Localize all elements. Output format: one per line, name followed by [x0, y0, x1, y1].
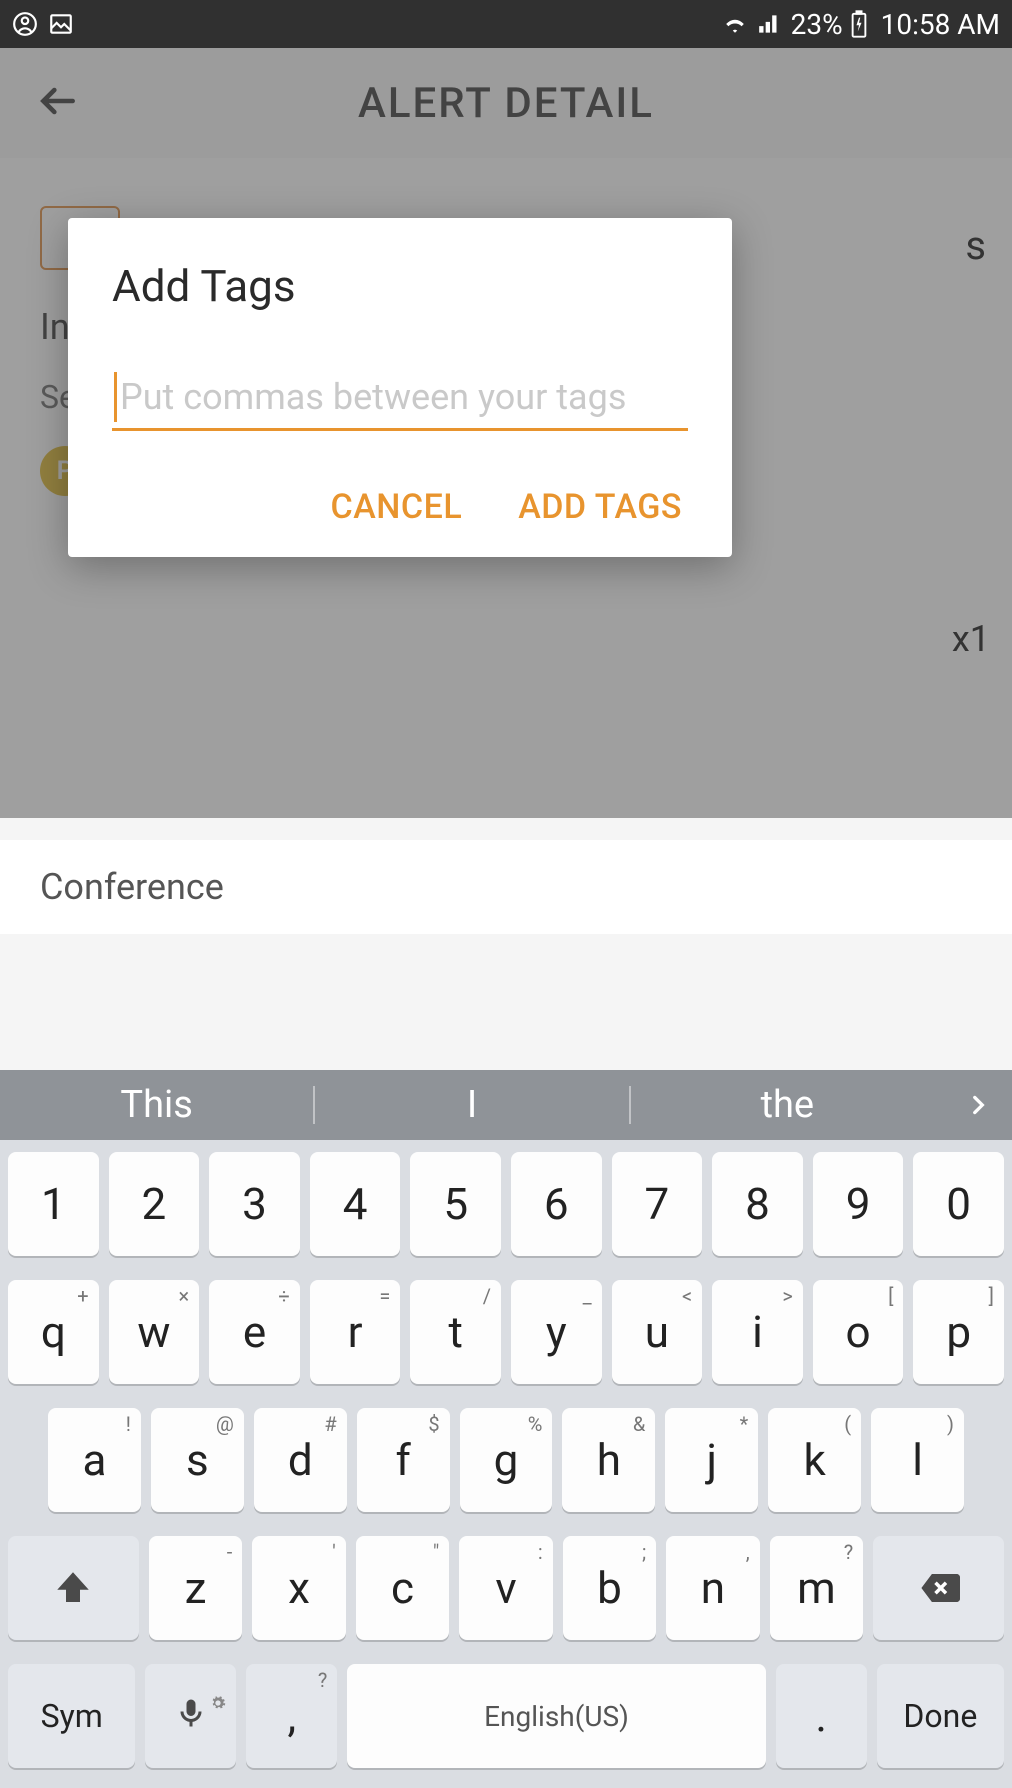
add-tags-dialog: Add Tags CANCEL ADD TAGS: [68, 218, 732, 557]
text-cursor: [114, 372, 117, 422]
voice-input-key[interactable]: [145, 1664, 236, 1768]
suggestion-expand-icon[interactable]: [944, 1092, 1012, 1118]
add-tags-button[interactable]: ADD TAGS: [518, 487, 682, 527]
symbols-key[interactable]: Sym: [8, 1664, 135, 1768]
wifi-icon: [721, 13, 749, 35]
space-key[interactable]: English(US): [347, 1664, 765, 1768]
shift-key[interactable]: [8, 1536, 139, 1640]
tags-input[interactable]: [112, 370, 688, 424]
key-1[interactable]: 1: [8, 1152, 99, 1256]
key-l[interactable]: )l: [871, 1408, 964, 1512]
key-6[interactable]: 6: [511, 1152, 602, 1256]
key-row-3: -z 'x "c :v ;b ,n ?m: [0, 1524, 1012, 1652]
key-n[interactable]: ,n: [666, 1536, 759, 1640]
soft-keyboard: This I the 1 2 3 4 5 6 7 8 9 0 +q ×w ÷e …: [0, 1070, 1012, 1788]
key-row-4: Sym ?, English(US) . Done: [0, 1652, 1012, 1788]
backspace-key[interactable]: [873, 1536, 1004, 1640]
section-divider: [0, 818, 1012, 840]
comma-key[interactable]: ?,: [246, 1664, 337, 1768]
battery-percent: 23%: [791, 8, 843, 41]
suggestion-1[interactable]: This: [0, 1083, 313, 1127]
key-5[interactable]: 5: [410, 1152, 501, 1256]
key-p[interactable]: ]p: [913, 1280, 1004, 1384]
conference-label: Conference: [0, 840, 1012, 934]
key-9[interactable]: 9: [813, 1152, 904, 1256]
key-g[interactable]: %g: [460, 1408, 553, 1512]
key-c[interactable]: "c: [356, 1536, 449, 1640]
key-s[interactable]: @s: [151, 1408, 244, 1512]
side-text-s: s: [965, 222, 986, 269]
clock-text: 10:58 AM: [881, 8, 1000, 41]
key-m[interactable]: ?m: [770, 1536, 863, 1640]
key-d[interactable]: #d: [254, 1408, 347, 1512]
suggestion-2[interactable]: I: [315, 1083, 628, 1127]
status-bar: 23% 10:58 AM: [0, 0, 1012, 48]
suggestion-3[interactable]: the: [631, 1083, 944, 1127]
suggestion-bar: This I the: [0, 1070, 1012, 1140]
tags-input-wrap[interactable]: [112, 370, 688, 431]
key-q[interactable]: +q: [8, 1280, 99, 1384]
key-x[interactable]: 'x: [252, 1536, 345, 1640]
key-7[interactable]: 7: [612, 1152, 703, 1256]
key-j[interactable]: *j: [665, 1408, 758, 1512]
key-i[interactable]: >i: [712, 1280, 803, 1384]
key-u[interactable]: <u: [612, 1280, 703, 1384]
key-v[interactable]: :v: [459, 1536, 552, 1640]
key-t[interactable]: /t: [410, 1280, 501, 1384]
battery-charging-icon: [851, 10, 867, 38]
key-z[interactable]: -z: [149, 1536, 242, 1640]
gear-icon: [210, 1670, 226, 1722]
key-4[interactable]: 4: [310, 1152, 401, 1256]
key-e[interactable]: ÷e: [209, 1280, 300, 1384]
image-icon: [48, 11, 74, 37]
key-h[interactable]: &h: [562, 1408, 655, 1512]
key-w[interactable]: ×w: [109, 1280, 200, 1384]
key-3[interactable]: 3: [209, 1152, 300, 1256]
signal-icon: [757, 13, 783, 35]
key-8[interactable]: 8: [712, 1152, 803, 1256]
key-row-numbers: 1 2 3 4 5 6 7 8 9 0: [0, 1140, 1012, 1268]
profile-icon: [12, 11, 38, 37]
side-text-x1: x1: [952, 618, 990, 660]
key-row-1: +q ×w ÷e =r /t _y <u >i [o ]p: [0, 1268, 1012, 1396]
key-o[interactable]: [o: [813, 1280, 904, 1384]
mic-icon: [173, 1690, 209, 1742]
cancel-button[interactable]: CANCEL: [331, 487, 463, 527]
dialog-title: Add Tags: [112, 260, 688, 312]
done-key[interactable]: Done: [877, 1664, 1004, 1768]
key-b[interactable]: ;b: [563, 1536, 656, 1640]
period-key[interactable]: .: [776, 1664, 867, 1768]
key-k[interactable]: (k: [768, 1408, 861, 1512]
key-a[interactable]: !a: [48, 1408, 141, 1512]
key-f[interactable]: $f: [357, 1408, 450, 1512]
key-0[interactable]: 0: [913, 1152, 1004, 1256]
key-row-2: !a @s #d $f %g &h *j (k )l: [0, 1396, 1012, 1524]
key-y[interactable]: _y: [511, 1280, 602, 1384]
key-r[interactable]: =r: [310, 1280, 401, 1384]
key-2[interactable]: 2: [109, 1152, 200, 1256]
